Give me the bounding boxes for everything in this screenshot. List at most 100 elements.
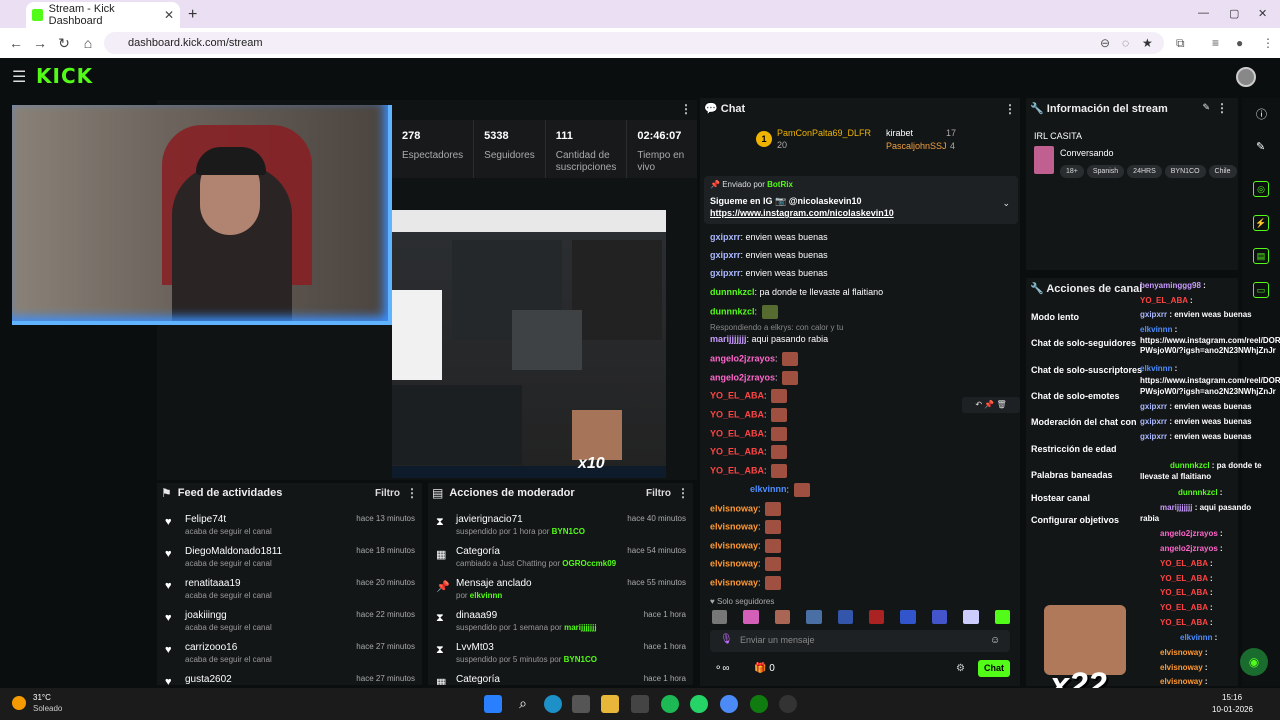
stat-live-time: 02:46:07 Tiempo en vivo <box>637 130 685 173</box>
emoji-icon[interactable]: ☺ <box>990 635 1000 646</box>
chat-message: angelo2jzrayos: <box>710 371 799 385</box>
chat-message: elvisnoway: <box>710 502 782 516</box>
profile-icon[interactable]: ● <box>1236 36 1243 50</box>
edit-icon[interactable]: ✎ <box>1202 102 1210 113</box>
eye-off-icon[interactable]: ◌ <box>1122 36 1129 50</box>
chat-message-input[interactable]: Enviar un mensaje <box>710 630 1010 652</box>
pencil-icon[interactable]: ✎ <box>1256 140 1265 153</box>
weather-desc: Soleado <box>33 704 63 713</box>
points-icon[interactable]: ⚬∞ <box>714 663 730 674</box>
forward-icon[interactable]: → <box>28 35 52 51</box>
home-icon[interactable]: ⌂ <box>76 35 100 51</box>
new-tab-icon[interactable]: + <box>188 6 197 24</box>
bookmark-star-icon[interactable]: ★ <box>1142 36 1153 50</box>
whatsapp-icon[interactable] <box>690 695 708 713</box>
chat-message: marijjjjjjj: aqui pasando rabia <box>710 334 829 344</box>
camera-icon[interactable]: ◎ <box>1253 181 1269 197</box>
media-icon[interactable]: ≡ <box>1212 36 1219 50</box>
feed-more-icon[interactable]: ⋮ <box>406 486 418 500</box>
xbox-icon[interactable] <box>750 695 768 713</box>
chat-icon[interactable]: ▭ <box>1253 282 1269 298</box>
settings-gear-icon[interactable]: ⚙ <box>956 663 965 674</box>
document-icon[interactable]: ▤ <box>1253 248 1269 264</box>
chat-message: gxipxrr: envien weas buenas <box>710 232 828 242</box>
start-icon[interactable] <box>484 695 502 713</box>
back-icon[interactable]: ← <box>4 35 28 51</box>
overlay-chat-line: elvisnoway : <box>1160 648 1208 657</box>
action-slow-mode[interactable]: Modo lento <box>1031 312 1079 322</box>
actions-title: Acciones de canal <box>1046 283 1143 295</box>
feed-item: ♥ gusta2602 hace 27 minutos <box>165 674 415 685</box>
chat-more-icon[interactable]: ⋮ <box>1004 102 1016 116</box>
chat-message: YO_EL_ABA: <box>710 445 788 459</box>
user-avatar[interactable] <box>1236 67 1256 87</box>
wrench-icon: 🔧 <box>1030 283 1047 295</box>
overlay-chat-line: YO_EL_ABA : <box>1160 588 1213 597</box>
emote <box>761 305 778 319</box>
reload-icon[interactable]: ↻ <box>52 35 76 52</box>
stream-video-preview[interactable] <box>392 210 666 478</box>
feed-item: ♥ Felipe74t acaba de seguir el canal hace 1… <box>165 514 415 536</box>
emote-bar[interactable] <box>710 610 1011 626</box>
mic-icon[interactable]: 🎙 <box>720 634 733 645</box>
support-icon[interactable]: ◉ <box>1240 648 1268 676</box>
action-subs-only[interactable]: Chat de solo-suscriptores <box>1031 365 1142 375</box>
browser-tab[interactable]: Stream - Kick Dashboard ✕ <box>26 2 180 28</box>
extensions-icon[interactable]: ⧉ <box>1176 36 1185 51</box>
chevron-down-icon[interactable]: ⌄ <box>1002 198 1010 209</box>
feed-item: ♥ DiegoMaldonado1811 acaba de seguir el ca… <box>165 546 415 568</box>
feed-filter-button[interactable]: Filtro <box>375 488 400 499</box>
chat-message: dunnnkzcl: <box>710 305 778 319</box>
action-host-channel[interactable]: Hostear canal <box>1031 493 1090 503</box>
mod-filter-button[interactable]: Filtro <box>646 488 671 499</box>
webcam-overlay <box>12 105 392 325</box>
zoom-icon[interactable]: ⊖ <box>1100 36 1110 50</box>
chat-message: elvisnoway: <box>710 539 782 553</box>
browser-menu-icon[interactable]: ⋮ <box>1262 36 1274 50</box>
overlay-chat-line: dunnnkzcl : <box>1178 488 1223 497</box>
url-field[interactable]: dashboard.kick.com/stream <box>104 32 1164 54</box>
clock-time: 15:16 <box>1222 693 1243 702</box>
chat-message: YO_EL_ABA: <box>710 408 788 422</box>
obs-icon[interactable] <box>779 695 797 713</box>
lightning-icon[interactable]: ⚡ <box>1253 215 1269 231</box>
action-ai-moderation[interactable]: Moderación del chat con IA <box>1031 417 1139 427</box>
search-icon[interactable]: ⌕ <box>514 695 532 713</box>
menu-icon[interactable]: ☰ <box>12 67 26 87</box>
kick-logo[interactable]: KICK <box>36 64 93 88</box>
close-tab-icon[interactable]: ✕ <box>164 8 174 22</box>
pinned-message[interactable]: 📌 Enviado por BotRix Sigueme en IG 📷 @ni… <box>704 176 1018 224</box>
folder-icon[interactable] <box>601 695 619 713</box>
spotify-icon[interactable] <box>661 695 679 713</box>
clock-date: 10-01-2026 <box>1212 705 1253 714</box>
edge-icon[interactable] <box>544 695 562 713</box>
store-icon[interactable] <box>572 695 590 713</box>
overlay-chat-line: angelo2jzrayos : <box>1160 544 1223 553</box>
feed-item: ♥ renatitaaa19 acaba de seguir el canal hac… <box>165 578 415 600</box>
chat-message: elvisnoway: <box>710 576 782 590</box>
top-gifter-count: 17 <box>946 128 957 138</box>
info-more-icon[interactable]: ⋮ <box>1216 101 1228 115</box>
action-age-restriction[interactable]: Restricción de edad <box>1031 444 1117 454</box>
chrome-icon[interactable] <box>720 695 738 713</box>
maximize-icon[interactable]: ▢ <box>1229 7 1239 20</box>
message-actions[interactable]: ↶ 📌 🗑 <box>962 397 1020 413</box>
mod-more-icon[interactable]: ⋮ <box>677 486 689 500</box>
overlay-chat-line: benyaminggg98 : <box>1140 281 1206 290</box>
action-goals[interactable]: Configurar objetivos <box>1031 515 1119 525</box>
wrench-icon: 🔧 <box>1030 103 1047 115</box>
emote <box>782 352 799 366</box>
minimize-icon[interactable]: — <box>1198 7 1209 19</box>
send-chat-button[interactable]: Chat <box>978 660 1010 677</box>
emote <box>765 520 782 534</box>
close-window-icon[interactable]: ✕ <box>1258 7 1267 20</box>
kick-header <box>0 58 1280 96</box>
action-banned-words[interactable]: Palabras baneadas <box>1031 470 1113 480</box>
preview-more-icon[interactable]: ⋮ <box>680 102 692 116</box>
info-icon[interactable]: ⓘ <box>1256 106 1267 122</box>
overlay-chat-line: YO_EL_ABA : <box>1140 296 1193 305</box>
snipping-icon[interactable] <box>631 695 649 713</box>
overlay-chat-line: llevaste al flaitiano <box>1140 472 1212 481</box>
action-followers-only[interactable]: Chat de solo-seguidores <box>1031 338 1136 348</box>
action-emotes-only[interactable]: Chat de solo-emotes <box>1031 391 1120 401</box>
